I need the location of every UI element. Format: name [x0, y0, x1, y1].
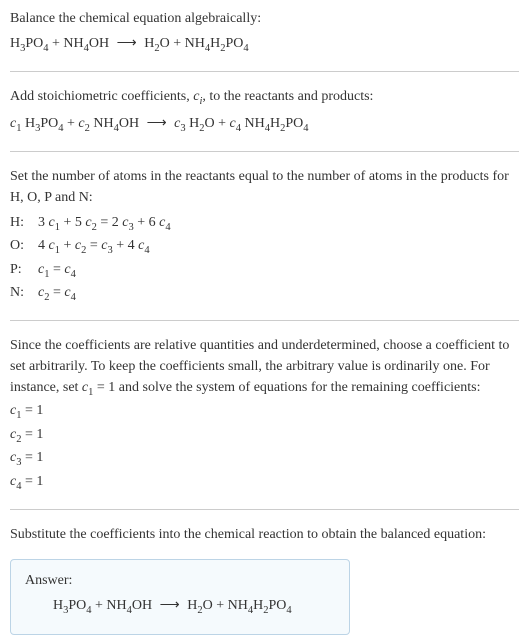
answer-box: Answer: H3PO4 + NH4OH ⟶ H2O + NH4H2PO4 [10, 559, 350, 636]
element-equation: 3 c1 + 5 c2 = 2 c3 + 6 c4 [38, 212, 171, 236]
element-label: H: [10, 212, 38, 236]
element-label: N: [10, 282, 38, 306]
atom-balance-table: H: 3 c1 + 5 c2 = 2 c3 + 6 c4 O: 4 c1 + c… [10, 212, 171, 306]
coefficient-line: c1 = 1 [10, 400, 519, 424]
step-3-text: Set the number of atoms in the reactants… [10, 166, 519, 208]
coefficient-line: c2 = 1 [10, 424, 519, 448]
answer-equation: H3PO4 + NH4OH ⟶ H2O + NH4H2PO4 [25, 595, 335, 619]
divider [10, 509, 519, 510]
step-1: Balance the chemical equation algebraica… [10, 8, 519, 57]
step-3: Set the number of atoms in the reactants… [10, 166, 519, 306]
coefficient-line: c3 = 1 [10, 447, 519, 471]
table-row: H: 3 c1 + 5 c2 = 2 c3 + 6 c4 [10, 212, 171, 236]
step-4: Since the coefficients are relative quan… [10, 335, 519, 495]
element-label: O: [10, 235, 38, 259]
table-row: N: c2 = c4 [10, 282, 171, 306]
element-label: P: [10, 259, 38, 283]
step-1-text: Balance the chemical equation algebraica… [10, 8, 519, 29]
step-5: Substitute the coefficients into the che… [10, 524, 519, 545]
element-equation: 4 c1 + c2 = c3 + 4 c4 [38, 235, 171, 259]
step-2-text: Add stoichiometric coefficients, ci, to … [10, 86, 519, 110]
step-4-text: Since the coefficients are relative quan… [10, 335, 519, 401]
step-2: Add stoichiometric coefficients, ci, to … [10, 86, 519, 137]
coefficient-line: c4 = 1 [10, 471, 519, 495]
step-2-equation: c1 H3PO4 + c2 NH4OH ⟶ c3 H2O + c4 NH4H2P… [10, 113, 519, 137]
element-equation: c2 = c4 [38, 282, 171, 306]
step-1-equation: H3PO4 + NH4OH ⟶ H2O + NH4H2PO4 [10, 33, 519, 57]
element-equation: c1 = c4 [38, 259, 171, 283]
divider [10, 71, 519, 72]
step-5-text: Substitute the coefficients into the che… [10, 524, 519, 545]
divider [10, 151, 519, 152]
table-row: P: c1 = c4 [10, 259, 171, 283]
divider [10, 320, 519, 321]
answer-label: Answer: [25, 570, 335, 591]
table-row: O: 4 c1 + c2 = c3 + 4 c4 [10, 235, 171, 259]
